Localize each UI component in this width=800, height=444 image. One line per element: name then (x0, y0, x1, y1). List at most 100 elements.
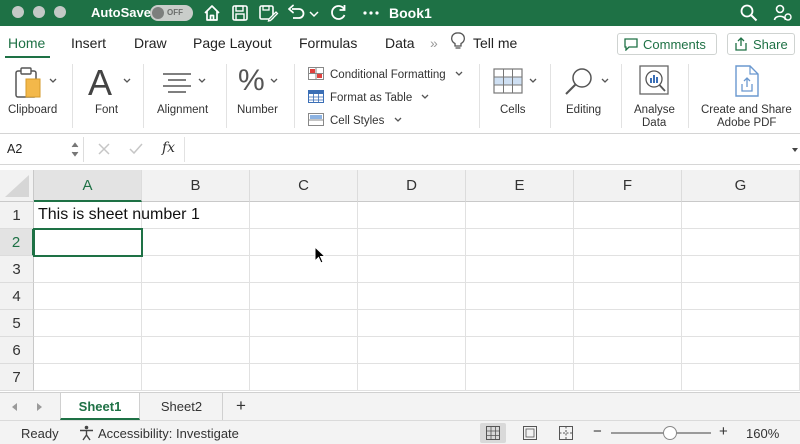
redo-icon[interactable] (327, 2, 349, 24)
cell-G3[interactable] (682, 256, 800, 283)
home-icon[interactable] (201, 2, 223, 24)
column-header-d[interactable]: D (358, 170, 466, 202)
cell-C3[interactable] (250, 256, 358, 283)
clipboard-group[interactable]: Clipboard (0, 58, 70, 134)
cell-D3[interactable] (358, 256, 466, 283)
cell-D2[interactable] (358, 229, 466, 256)
column-header-e[interactable]: E (466, 170, 574, 202)
cell-A2[interactable] (33, 228, 143, 257)
cell-G7[interactable] (682, 364, 800, 391)
cell-F5[interactable] (574, 310, 682, 337)
tab-home[interactable]: Home (8, 35, 45, 51)
add-sheet-button[interactable]: + (236, 396, 246, 416)
close-window-button[interactable] (12, 6, 24, 18)
column-header-c[interactable]: C (250, 170, 358, 202)
cell-G2[interactable] (682, 229, 800, 256)
insert-function-icon[interactable]: fx (162, 140, 175, 156)
cell-A1[interactable]: This is sheet number 1 (38, 206, 200, 224)
cell-G4[interactable] (682, 283, 800, 310)
column-header-b[interactable]: B (142, 170, 250, 202)
save-icon[interactable] (229, 2, 251, 24)
font-group[interactable]: A Font (76, 58, 138, 134)
create-share-adobe-pdf-button[interactable]: Create and Share Adobe PDF (692, 58, 800, 134)
alignment-group[interactable]: Alignment (148, 58, 223, 134)
cell-D5[interactable] (358, 310, 466, 337)
analyse-data-button[interactable]: Analyse Data (624, 58, 684, 134)
row-header-6[interactable]: 6 (0, 337, 34, 364)
cells-group[interactable]: Cells (483, 58, 545, 134)
cell-C4[interactable] (250, 283, 358, 310)
comments-button[interactable]: Comments (617, 33, 717, 55)
tab-page-layout[interactable]: Page Layout (193, 35, 272, 51)
previous-sheet-icon[interactable] (10, 402, 20, 412)
cell-F1[interactable] (574, 202, 682, 229)
cell-D6[interactable] (358, 337, 466, 364)
cell-G6[interactable] (682, 337, 800, 364)
row-header-5[interactable]: 5 (0, 310, 34, 337)
tell-me-search[interactable]: Tell me (473, 35, 517, 51)
cell-F6[interactable] (574, 337, 682, 364)
cell-F2[interactable] (574, 229, 682, 256)
undo-dropdown-icon[interactable] (307, 2, 321, 24)
cell-C2[interactable] (250, 229, 358, 256)
sheet-tab-sheet2[interactable]: Sheet2 (141, 393, 223, 420)
cell-B5[interactable] (142, 310, 250, 337)
zoom-slider-track[interactable] (611, 432, 711, 434)
cell-A3[interactable] (34, 256, 142, 283)
row-header-3[interactable]: 3 (0, 256, 34, 283)
cell-F3[interactable] (574, 256, 682, 283)
cell-C7[interactable] (250, 364, 358, 391)
cell-E2[interactable] (466, 229, 574, 256)
cell-E5[interactable] (466, 310, 574, 337)
next-sheet-icon[interactable] (34, 402, 44, 412)
row-header-1[interactable]: 1 (0, 202, 34, 229)
spreadsheet-grid[interactable]: ABCDEFG 1234567 (0, 170, 800, 392)
tab-draw[interactable]: Draw (134, 35, 167, 51)
name-box[interactable]: A2 (0, 137, 84, 162)
number-group[interactable]: % Number (230, 58, 288, 134)
zoom-level[interactable]: 160% (746, 426, 779, 441)
cell-A6[interactable] (34, 337, 142, 364)
cell-E7[interactable] (466, 364, 574, 391)
sheet-tab-sheet1[interactable]: Sheet1 (60, 393, 140, 420)
cell-A5[interactable] (34, 310, 142, 337)
row-header-2[interactable]: 2 (0, 229, 34, 256)
accessibility-status[interactable]: Accessibility: Investigate (98, 426, 239, 441)
cell-B4[interactable] (142, 283, 250, 310)
cell-styles-button[interactable]: Cell Styles (308, 113, 402, 127)
cell-B3[interactable] (142, 256, 250, 283)
more-tabs-chevron[interactable]: » (430, 35, 438, 51)
expand-formula-bar-icon[interactable] (791, 147, 799, 153)
more-commands-icon[interactable] (360, 2, 382, 24)
cell-E1[interactable] (466, 202, 574, 229)
tab-insert[interactable]: Insert (71, 35, 106, 51)
cell-E3[interactable] (466, 256, 574, 283)
cell-D7[interactable] (358, 364, 466, 391)
autosave-toggle[interactable]: OFF (150, 5, 193, 21)
cell-A4[interactable] (34, 283, 142, 310)
column-header-g[interactable]: G (682, 170, 800, 202)
cell-E4[interactable] (466, 283, 574, 310)
column-header-f[interactable]: F (574, 170, 682, 202)
share-button[interactable]: Share (727, 33, 795, 55)
account-icon[interactable] (772, 2, 794, 24)
minimize-window-button[interactable] (33, 6, 45, 18)
normal-view-button[interactable] (480, 423, 506, 443)
cell-E6[interactable] (466, 337, 574, 364)
cell-D4[interactable] (358, 283, 466, 310)
conditional-formatting-button[interactable]: Conditional Formatting (308, 67, 463, 81)
undo-icon[interactable] (285, 2, 307, 24)
column-header-a[interactable]: A (34, 170, 142, 202)
name-box-stepper-icon[interactable] (71, 141, 79, 158)
cell-D1[interactable] (358, 202, 466, 229)
row-header-7[interactable]: 7 (0, 364, 34, 391)
zoom-in-button[interactable]: + (719, 423, 728, 440)
cell-F7[interactable] (574, 364, 682, 391)
editing-group[interactable]: Editing (555, 58, 615, 134)
save-as-icon[interactable] (257, 2, 279, 24)
zoom-slider-thumb[interactable] (663, 426, 677, 440)
cell-G1[interactable] (682, 202, 800, 229)
formula-input[interactable] (184, 137, 789, 162)
page-layout-view-button[interactable] (517, 423, 543, 443)
cell-G5[interactable] (682, 310, 800, 337)
